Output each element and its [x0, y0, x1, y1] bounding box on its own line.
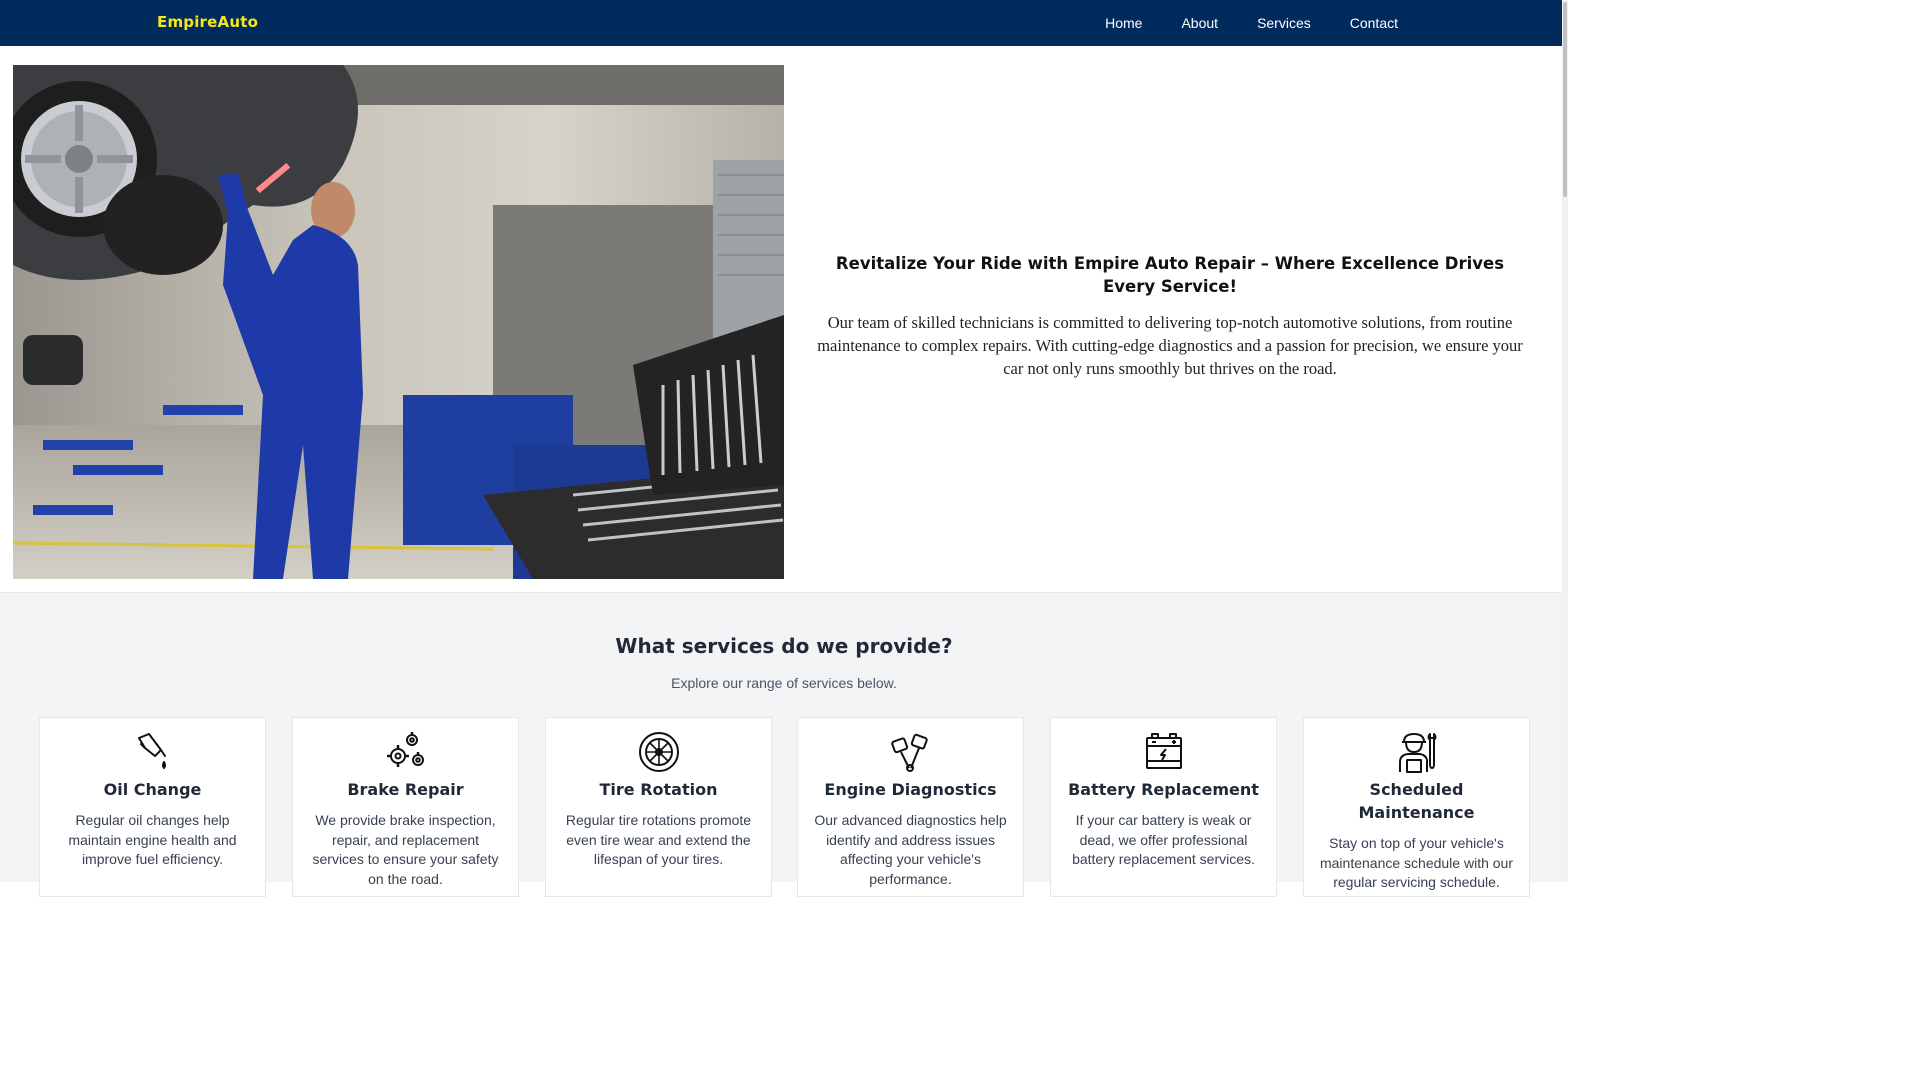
brand-logo[interactable]: EmpireAuto [157, 13, 258, 31]
nav-link-services[interactable]: Services [1257, 15, 1311, 31]
service-card-engine-diagnostics[interactable]: Engine Diagnostics Our advanced diagnost… [797, 717, 1024, 897]
top-navbar: EmpireAuto Home About Services Contact [0, 0, 1568, 46]
service-title-tire-rotation: Tire Rotation [599, 780, 718, 799]
service-card-tire-rotation[interactable]: Tire Rotation Regular tire rotations pro… [545, 717, 772, 897]
services-section: What services do we provide? Explore our… [0, 592, 1562, 897]
service-title-oil-change: Oil Change [103, 780, 202, 799]
service-desc-oil-change: Regular oil changes help maintain engine… [68, 812, 237, 868]
service-card-oil-change[interactable]: Oil Change Regular oil changes help main… [39, 717, 266, 897]
service-title-engine-diagnostics: Engine Diagnostics [824, 780, 997, 799]
service-desc-engine-diagnostics: Our advanced diagnostics help identify a… [814, 812, 1007, 888]
battery-icon [1145, 733, 1182, 769]
service-desc-brake-repair: We provide brake inspection, repair, and… [312, 812, 499, 888]
hero-text-block: Revitalize Your Ride with Empire Auto Re… [806, 252, 1534, 380]
service-title-brake-repair: Brake Repair [347, 780, 464, 799]
service-card-scheduled-maintenance[interactable]: Scheduled Maintenance Stay on top of you… [1303, 717, 1530, 897]
hero-title: Revitalize Your Ride with Empire Auto Re… [835, 254, 1505, 296]
nav-links: Home About Services Contact [1105, 0, 1398, 46]
hero-mechanic-image [13, 65, 784, 579]
mechanic-icon [1398, 733, 1436, 773]
nav-link-about[interactable]: About [1181, 15, 1218, 31]
pistons-icon [890, 733, 928, 772]
service-desc-scheduled-maintenance: Stay on top of your vehicle's maintenanc… [1319, 835, 1513, 891]
service-desc-tire-rotation: Regular tire rotations promote even tire… [565, 812, 752, 868]
nav-link-contact[interactable]: Contact [1350, 15, 1398, 31]
service-card-brake-repair[interactable]: Brake Repair We provide brake inspection… [292, 717, 519, 897]
service-title-scheduled-maintenance: Scheduled Maintenance [1358, 780, 1475, 822]
page-scrollbar[interactable] [1562, 0, 1568, 882]
oil-can-icon [137, 733, 166, 769]
services-title: What services do we provide? [615, 634, 953, 658]
tire-icon [638, 732, 679, 772]
mechanic-photo-illustration [13, 65, 784, 579]
scrollbar-thumb[interactable] [1563, 2, 1567, 197]
service-title-battery-replacement: Battery Replacement [1068, 780, 1259, 799]
hero-description: Our team of skilled technicians is commi… [817, 313, 1523, 378]
services-subtitle: Explore our range of services below. [671, 675, 897, 691]
gears-icon [386, 732, 424, 767]
service-desc-battery-replacement: If your car battery is weak or dead, we … [1072, 812, 1255, 868]
service-card-battery-replacement[interactable]: Battery Replacement If your car battery … [1050, 717, 1277, 897]
nav-link-home[interactable]: Home [1105, 15, 1142, 31]
